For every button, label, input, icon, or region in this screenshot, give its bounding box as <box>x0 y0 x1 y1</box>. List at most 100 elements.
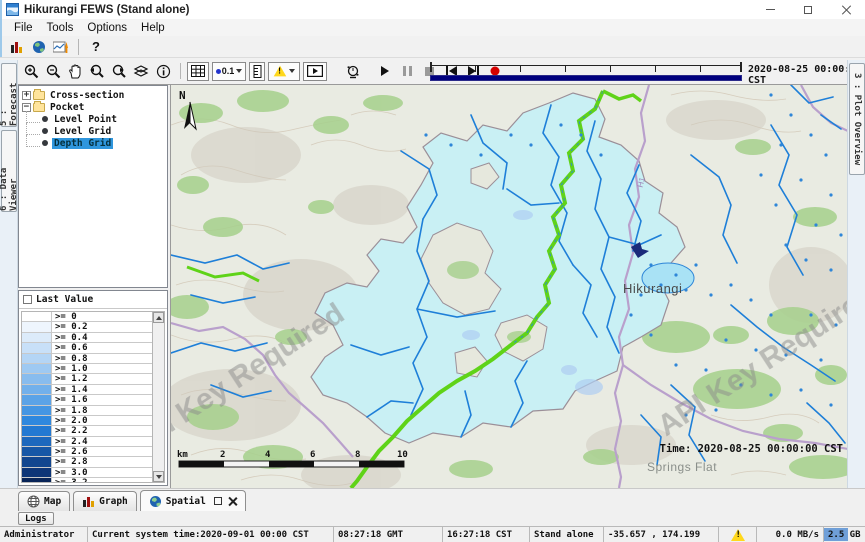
tab-graph[interactable]: Graph <box>73 491 137 511</box>
legend-row: >= 2.6 <box>22 447 152 457</box>
minimize-button[interactable] <box>751 0 789 19</box>
tab-data-viewer[interactable]: 6 : Data Viewer <box>1 130 17 212</box>
maximize-icon <box>804 6 812 14</box>
legend-swatch <box>22 374 52 383</box>
legend-swatch <box>22 343 52 352</box>
time-slider-track <box>430 65 742 66</box>
legend-row: >= 1.4 <box>22 385 152 395</box>
status-user: Administrator <box>0 527 88 542</box>
menu-help[interactable]: Help <box>134 22 172 34</box>
node-bullet-icon <box>42 128 48 134</box>
database-button[interactable] <box>6 37 28 57</box>
north-label: N <box>179 89 186 102</box>
legend-swatch <box>22 322 52 331</box>
logs-button[interactable]: Logs <box>18 512 54 525</box>
slider-start-handle[interactable] <box>430 62 432 72</box>
legend-threshold-label: >= 0.2 <box>52 322 88 331</box>
tab-plot-overview[interactable]: 3 : Plot Overview <box>849 63 865 175</box>
legend-row: >= 2.8 <box>22 457 152 467</box>
play-button[interactable] <box>374 61 396 81</box>
legend-row: >= 3.0 <box>22 468 152 478</box>
timeseries-button[interactable] <box>50 37 72 57</box>
legend-scrollbar[interactable] <box>152 311 165 483</box>
zoom-out-icon <box>46 64 61 79</box>
legend-threshold-label: >= 1.6 <box>52 395 88 404</box>
tree-connector <box>26 123 40 135</box>
zoom-next-button[interactable] <box>108 61 130 81</box>
pause-icon <box>403 66 412 76</box>
database-icon <box>10 40 24 54</box>
map-canvas[interactable]: API Key Required API Key Required Hikura… <box>171 85 847 488</box>
legend-threshold-label: >= 1.8 <box>52 406 88 415</box>
arrow-down-icon <box>156 475 162 479</box>
status-system-time: Current system time:2020-09-01 00:00 CST <box>88 527 334 542</box>
zoom-previous-icon <box>89 64 105 79</box>
close-panel-icon[interactable] <box>228 497 237 506</box>
legend-threshold-label: >= 3.2 <box>52 478 88 483</box>
close-button[interactable] <box>827 0 865 19</box>
legend-row: >= 3.2 <box>22 478 152 483</box>
tab-spatial[interactable]: Spatial <box>140 490 246 511</box>
legend-swatch <box>22 385 52 394</box>
time-slider-range-bar[interactable] <box>430 75 742 81</box>
title-bar: Hikurangi FEWS (Stand alone) <box>0 0 865 19</box>
application-window: { "window": { "title": "Hikurangi FEWS (… <box>0 0 865 542</box>
left-dock-strip: 5 : Forecast 6 : Data Viewer <box>0 60 18 488</box>
last-value-checkbox[interactable] <box>23 295 32 304</box>
scale-bar-button[interactable] <box>249 62 265 81</box>
legend-swatch <box>22 457 52 466</box>
zoom-out-button[interactable] <box>42 61 64 81</box>
legend-row: >= 0 <box>22 312 152 322</box>
animation-button[interactable] <box>303 62 327 81</box>
interval-value: 0.1 <box>222 66 235 76</box>
tab-map[interactable]: Map <box>18 491 70 511</box>
time-slider[interactable] <box>430 59 742 83</box>
info-button[interactable] <box>152 61 174 81</box>
menu-tools[interactable]: Tools <box>40 22 81 34</box>
tree-item-level-point[interactable]: Level Point <box>20 113 166 125</box>
legend-swatch <box>22 416 52 425</box>
map-time-overlay: Time: 2020-08-25 00:00:00 CST <box>660 443 843 455</box>
scroll-down-button[interactable] <box>153 471 164 482</box>
locality-label: Springs Flat <box>647 460 717 474</box>
help-button[interactable]: ? <box>85 37 107 57</box>
grid-display-button[interactable] <box>187 62 209 81</box>
legend-row: >= 2.2 <box>22 426 152 436</box>
legend-swatch <box>22 354 52 363</box>
legend-threshold-label: >= 1.0 <box>52 364 88 373</box>
scroll-up-button[interactable] <box>153 312 164 323</box>
legend-list: >= 0>= 0.2>= 0.4>= 0.6>= 0.8>= 1.0>= 1.2… <box>21 311 153 483</box>
maximize-panel-icon[interactable] <box>214 497 222 505</box>
legend-threshold-label: >= 1.4 <box>52 385 88 394</box>
zoom-in-button[interactable] <box>20 61 42 81</box>
town-label: Hikurangi <box>623 281 682 296</box>
tab-forecast[interactable]: 5 : Forecast <box>1 63 17 127</box>
time-navigator-button[interactable] <box>342 61 364 81</box>
contour-interval-dropdown[interactable]: 0.1 <box>212 62 246 81</box>
pause-button[interactable] <box>396 61 418 81</box>
tree-item-pocket[interactable]: −Pocket <box>20 101 166 113</box>
movie-icon <box>307 65 323 77</box>
status-warning[interactable] <box>719 527 757 542</box>
grid-icon <box>191 65 205 77</box>
tree-item-depth-grid[interactable]: Depth Grid <box>20 137 166 149</box>
expand-icon[interactable]: + <box>22 91 31 100</box>
map-viewport[interactable]: API Key Required API Key Required Hikura… <box>170 85 847 488</box>
map-view-button[interactable] <box>28 37 50 57</box>
menu-options[interactable]: Options <box>80 22 134 34</box>
spatial-tree: +Cross-section−PocketLevel PointLevel Gr… <box>18 85 168 288</box>
layers-button[interactable] <box>130 61 152 81</box>
menu-file[interactable]: File <box>7 22 40 34</box>
tree-item-level-grid[interactable]: Level Grid <box>20 125 166 137</box>
warnings-dropdown[interactable] <box>268 62 300 81</box>
legend-row: >= 0.8 <box>22 354 152 364</box>
close-icon <box>842 5 851 14</box>
slider-end-handle[interactable] <box>740 62 742 72</box>
pan-button[interactable] <box>64 61 86 81</box>
tree-item-cross-section[interactable]: +Cross-section <box>20 89 166 101</box>
play-icon <box>380 66 390 76</box>
maximize-button[interactable] <box>789 0 827 19</box>
zoom-previous-button[interactable] <box>86 61 108 81</box>
legend-swatch <box>22 364 52 373</box>
legend-threshold-label: >= 0 <box>52 312 77 321</box>
